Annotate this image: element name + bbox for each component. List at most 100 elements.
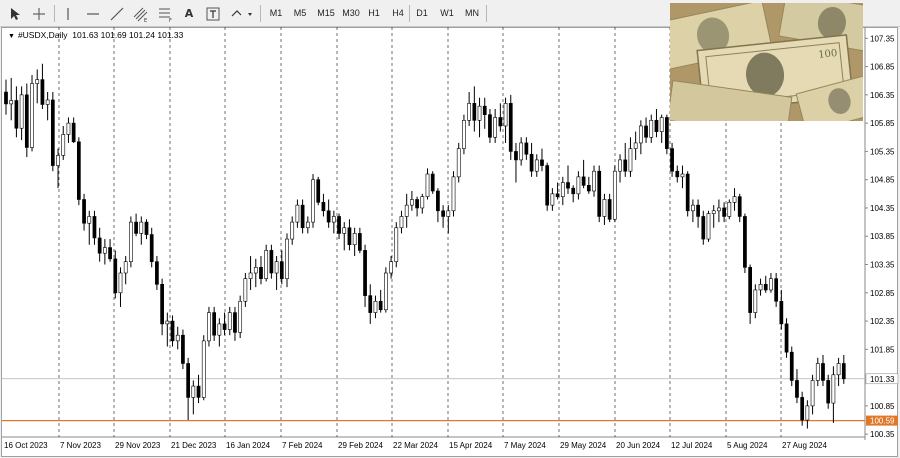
candle bbox=[134, 221, 138, 234]
y-tick-label: 100.35 bbox=[870, 430, 895, 439]
candle bbox=[472, 103, 477, 121]
timeframe-m30[interactable]: M30 bbox=[339, 6, 363, 21]
toolbar-separator bbox=[486, 5, 487, 22]
arrows-icon[interactable] bbox=[229, 4, 255, 23]
candle bbox=[727, 202, 732, 217]
horizontal-line-icon[interactable] bbox=[84, 4, 102, 23]
candle bbox=[186, 363, 190, 398]
candle bbox=[305, 221, 310, 229]
channel-icon[interactable]: E bbox=[131, 4, 151, 23]
candle bbox=[534, 159, 539, 172]
candle bbox=[191, 385, 196, 398]
candle bbox=[56, 155, 60, 166]
candle bbox=[357, 233, 362, 251]
x-tick-label: 20 Jun 2024 bbox=[616, 441, 661, 450]
timeframe-m15[interactable]: M15 bbox=[314, 6, 338, 21]
dollar-bills-image: 100100 bbox=[670, 3, 863, 121]
chevron-down-icon[interactable]: ▼ bbox=[8, 33, 15, 40]
candle bbox=[784, 323, 789, 353]
candle bbox=[706, 213, 711, 240]
candle bbox=[316, 179, 321, 203]
timeframe-mn[interactable]: MN bbox=[461, 6, 483, 21]
candle bbox=[4, 91, 8, 105]
y-tick-label: 104.35 bbox=[870, 204, 895, 213]
candle bbox=[103, 247, 107, 254]
candle bbox=[368, 295, 373, 313]
candle bbox=[638, 125, 643, 144]
fibonacci-icon[interactable]: F bbox=[156, 4, 176, 23]
trend-line-icon[interactable] bbox=[108, 4, 126, 23]
y-tick-label: 101.85 bbox=[870, 345, 895, 354]
candle bbox=[493, 117, 498, 138]
candle bbox=[331, 216, 336, 223]
candle bbox=[61, 134, 66, 156]
x-tick-label: 29 May 2024 bbox=[560, 441, 607, 450]
candle bbox=[482, 105, 487, 115]
x-tick-label: 27 Aug 2024 bbox=[782, 441, 827, 450]
candle bbox=[821, 363, 825, 381]
candle bbox=[607, 199, 612, 220]
candle bbox=[649, 120, 654, 138]
timeframe-h1[interactable]: H1 bbox=[364, 6, 384, 21]
timeframe-d1[interactable]: D1 bbox=[412, 6, 432, 21]
timeframe-h4[interactable]: H4 bbox=[388, 6, 408, 21]
x-tick-label: 22 Mar 2024 bbox=[393, 441, 438, 450]
candle bbox=[175, 334, 180, 342]
y-tick-label: 103.35 bbox=[870, 261, 895, 270]
candle bbox=[201, 340, 206, 398]
y-tick-label: 103.85 bbox=[870, 232, 895, 241]
candle bbox=[212, 312, 217, 336]
candle bbox=[196, 385, 201, 398]
candle bbox=[665, 117, 669, 149]
text-label-icon[interactable] bbox=[204, 4, 222, 23]
candle bbox=[40, 79, 45, 105]
timeframe-m1[interactable]: M1 bbox=[265, 6, 287, 21]
candle bbox=[462, 120, 466, 149]
candle bbox=[108, 247, 112, 260]
y-tick-label: 102.35 bbox=[870, 317, 895, 326]
x-tick-label: 16 Jan 2024 bbox=[226, 441, 271, 450]
candle bbox=[758, 284, 763, 291]
candle bbox=[14, 100, 19, 129]
candle bbox=[238, 300, 243, 333]
candle bbox=[139, 221, 144, 234]
candle bbox=[30, 83, 34, 148]
candle bbox=[384, 272, 388, 311]
candle bbox=[373, 300, 378, 313]
toolbar-separator bbox=[409, 5, 410, 22]
candle bbox=[732, 196, 737, 203]
candle bbox=[644, 125, 648, 138]
timeframe-m5[interactable]: M5 bbox=[289, 6, 311, 21]
candle bbox=[233, 312, 237, 333]
candle bbox=[300, 204, 305, 229]
candle bbox=[555, 193, 560, 197]
timeframe-w1[interactable]: W1 bbox=[437, 6, 457, 21]
candle bbox=[503, 103, 508, 127]
symbol-name: #USDX,Daily bbox=[17, 30, 68, 40]
candle bbox=[160, 284, 164, 325]
vertical-line-icon[interactable] bbox=[60, 4, 76, 23]
x-tick-label: 16 Oct 2023 bbox=[4, 441, 48, 450]
candle bbox=[399, 216, 404, 229]
candle bbox=[326, 210, 331, 223]
candle bbox=[279, 261, 284, 279]
candle bbox=[789, 351, 794, 381]
candle bbox=[722, 207, 726, 217]
candle bbox=[498, 117, 503, 127]
candle bbox=[441, 210, 445, 217]
candle bbox=[352, 233, 357, 246]
y-tick-label: 104.85 bbox=[870, 176, 895, 185]
candle bbox=[467, 103, 471, 121]
candle bbox=[831, 374, 836, 404]
y-tick-label: 101.33 bbox=[870, 375, 895, 384]
candle bbox=[711, 210, 716, 214]
candle bbox=[45, 99, 50, 105]
x-tick-label: 7 May 2024 bbox=[504, 441, 546, 450]
crosshair-icon[interactable] bbox=[29, 4, 49, 23]
text-icon[interactable]: A bbox=[181, 4, 197, 23]
candle bbox=[76, 141, 81, 200]
candle bbox=[170, 320, 175, 342]
cursor-icon[interactable] bbox=[6, 4, 24, 23]
ohlc-values: 101.63 101.69 101.24 101.33 bbox=[72, 30, 184, 40]
candle bbox=[628, 148, 633, 172]
